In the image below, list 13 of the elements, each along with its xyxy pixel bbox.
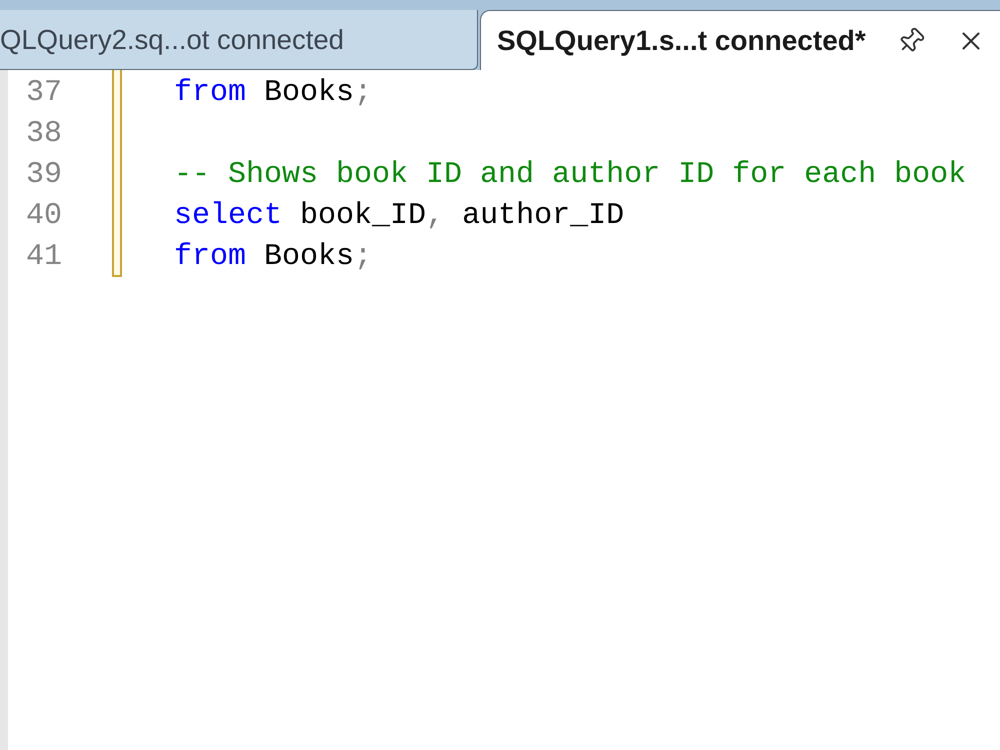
line-number: 39 — [26, 157, 62, 194]
line-number: 38 — [26, 116, 62, 153]
code-line: from Books; — [174, 239, 372, 276]
line-number: 37 — [26, 75, 62, 112]
code-line: select book_ID, author_ID — [174, 198, 624, 235]
tab-title: SQLQuery1.s...t connected* — [497, 24, 866, 58]
code-line: -- Shows book ID and author ID for each book — [174, 157, 966, 194]
code-line: from Books; — [174, 75, 372, 112]
tab-title: QLQuery2.sq...ot connected — [0, 22, 344, 57]
line-number: 41 — [26, 239, 62, 276]
editor-tab[interactable]: SQLQuery1.s...t connected* — [480, 10, 1000, 70]
line-number: 40 — [26, 198, 62, 235]
editor-tab[interactable]: QLQuery2.sq...ot connected — [0, 10, 478, 70]
